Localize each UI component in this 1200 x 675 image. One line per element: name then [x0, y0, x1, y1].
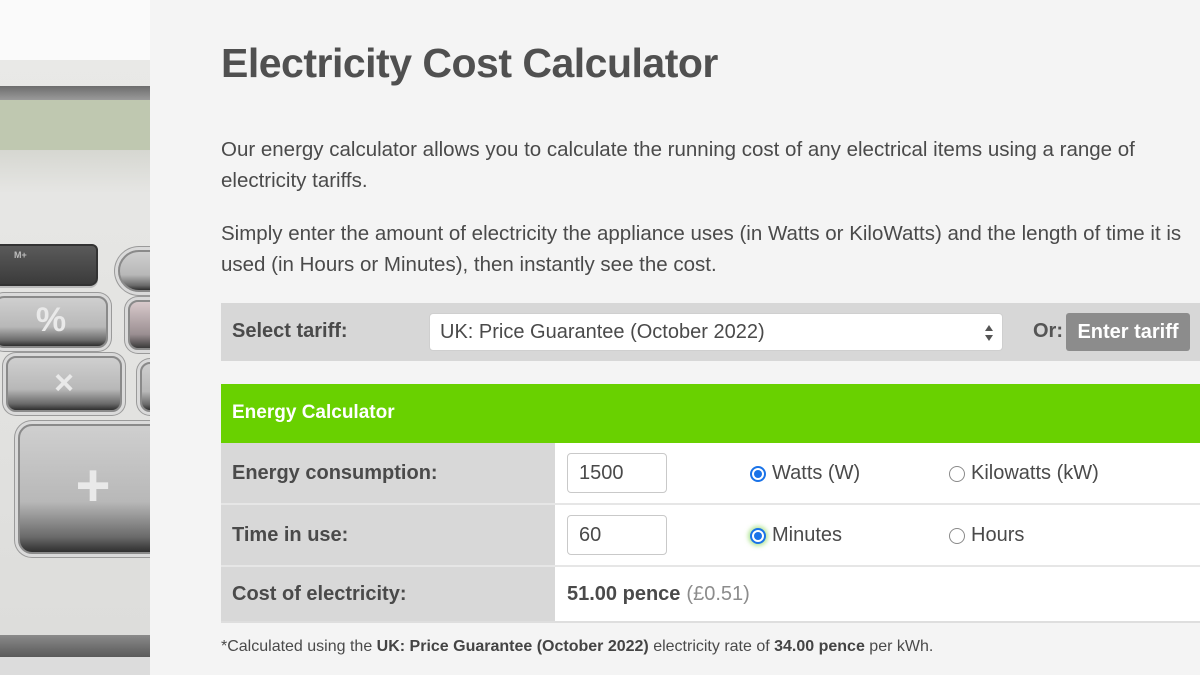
time-in-use-row: Time in use: Minutes Hours [221, 505, 1200, 567]
calculator-header: Energy Calculator [221, 384, 1200, 443]
footnote-prefix: *Calculated using the [221, 638, 377, 655]
time-in-use-label: Time in use: [221, 505, 555, 565]
cost-row: Cost of electricity: 51.00 pence (£0.51) [221, 567, 1200, 623]
intro-paragraph: Our energy calculator allows you to calc… [221, 138, 1135, 192]
page-title: Electricity Cost Calculator [221, 40, 718, 86]
calculator-key-side [128, 300, 150, 350]
calculator-bezel [0, 86, 150, 100]
footnote-tariff: UK: Price Guarantee (October 2022) [376, 638, 649, 655]
cost-value: 51.00 pence (£0.51) [567, 567, 750, 621]
footnote-rate: 34.00 pence [774, 638, 865, 655]
tariff-selected-value: UK: Price Guarantee (October 2022) [440, 321, 765, 343]
cost-pence: 51.00 pence [567, 582, 681, 605]
calculator-key-percent: % [0, 296, 108, 348]
radio-unselected-icon [949, 527, 965, 544]
footnote-suffix: per kWh. [864, 638, 934, 655]
footnote: *Calculated using the UK: Price Guarante… [221, 638, 933, 656]
cost-pounds: (£0.51) [686, 582, 750, 605]
hours-radio[interactable]: Hours [949, 524, 1024, 547]
calculator-key-plus: + [18, 424, 150, 554]
calculator-panel [0, 150, 150, 194]
cost-label: Cost of electricity: [221, 567, 555, 621]
calculator-rim [0, 635, 150, 657]
energy-calculator: Energy Calculator Energy consumption: Wa… [221, 384, 1200, 623]
calculator-key-side [140, 362, 150, 412]
energy-consumption-row: Energy consumption: Watts (W) Kilowatts … [221, 443, 1200, 505]
tariff-select[interactable]: UK: Price Guarantee (October 2022) [429, 313, 1003, 351]
energy-consumption-input[interactable] [567, 453, 667, 493]
time-in-use-input[interactable] [567, 515, 667, 555]
radio-unselected-icon [949, 465, 965, 482]
radio-selected-icon [750, 465, 766, 482]
watts-radio-label: Watts (W) [772, 462, 861, 484]
footnote-middle: electricity rate of [648, 638, 775, 655]
calculator-key-mplus: M+ [0, 244, 98, 286]
kilowatts-radio[interactable]: Kilowatts (kW) [949, 462, 1099, 485]
calculator-photo: M+ % × + [0, 0, 150, 675]
watts-radio[interactable]: Watts (W) [750, 462, 860, 485]
calculator-display [0, 100, 150, 150]
kilowatts-radio-label: Kilowatts (kW) [971, 462, 1099, 484]
tariff-label: Select tariff: [232, 320, 348, 342]
minutes-radio-label: Minutes [772, 524, 843, 546]
radio-selected-icon [750, 527, 766, 544]
tariff-bar: Select tariff: UK: Price Guarantee (Octo… [221, 303, 1200, 361]
energy-consumption-label: Energy consumption: [221, 443, 555, 503]
calculator-key-multiply: × [6, 356, 122, 412]
calculator-base [0, 657, 150, 675]
enter-tariff-button[interactable]: Enter tariff [1066, 313, 1190, 351]
select-arrows-icon [985, 325, 993, 341]
hours-radio-label: Hours [971, 524, 1025, 546]
minutes-radio[interactable]: Minutes [750, 524, 842, 547]
instructions-paragraph: Simply enter the amount of electricity t… [221, 222, 1182, 276]
or-label: Or: [1033, 320, 1063, 342]
